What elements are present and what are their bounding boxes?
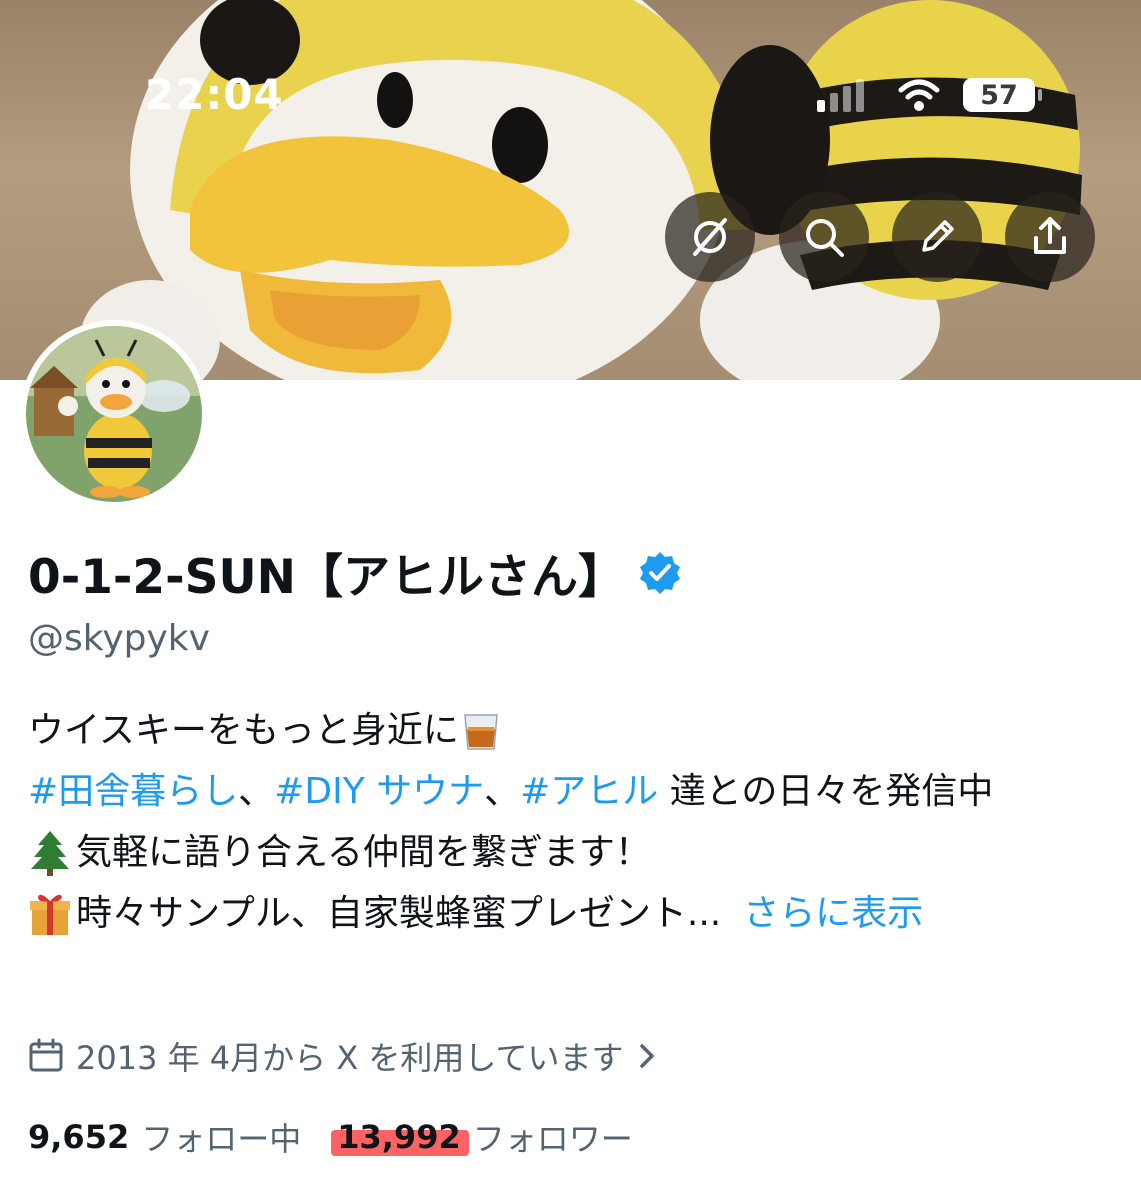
bio-line-2-suffix: 達との日々を発信中 xyxy=(658,771,994,812)
status-time: 22:04 xyxy=(145,70,284,119)
battery-indicator: 57 xyxy=(963,78,1035,112)
profile-banner[interactable]: 22:04 57 xyxy=(0,0,1141,380)
status-icons: 57 xyxy=(815,74,1045,114)
follow-stats: 9,652 フォロー中 13,992 フォロワー xyxy=(28,1114,633,1160)
tree-icon xyxy=(31,830,69,876)
profile-avatar[interactable] xyxy=(20,320,208,508)
edit-button[interactable] xyxy=(892,192,982,282)
bio-separator: 、 xyxy=(238,771,275,812)
following-count: 9,652 xyxy=(28,1118,130,1156)
bio-line-1-text: ウイスキーをもっと身近に xyxy=(28,710,459,751)
hashtag-link[interactable]: #田舎暮らし xyxy=(28,761,238,822)
show-more-link[interactable]: さらに表示 xyxy=(743,883,923,944)
banner-duck-illustration xyxy=(80,0,1082,380)
battery-nub xyxy=(1038,89,1042,101)
hashtag-link[interactable]: #アヒル xyxy=(520,761,658,822)
bio-line-4: 時々サンプル、自家製蜂蜜プレゼント... さらに表示 xyxy=(28,883,1118,944)
edit-icon xyxy=(922,220,954,252)
following-link[interactable]: 9,652 フォロー中 xyxy=(28,1114,301,1160)
hashtag-link[interactable]: #DIY サウナ xyxy=(274,761,484,822)
profile-name-row: 0-1-2-SUN【アヒルさん】 xyxy=(28,538,683,607)
whisky-glass-icon xyxy=(464,713,498,750)
share-icon xyxy=(1034,217,1066,254)
search-icon xyxy=(806,219,844,257)
wifi-icon xyxy=(898,79,940,111)
calendar-icon xyxy=(29,1038,63,1072)
followers-label: フォロワー xyxy=(472,1120,633,1158)
search-button[interactable] xyxy=(779,192,869,282)
share-button[interactable] xyxy=(1005,192,1095,282)
joined-date-text: 2013 年 4月から X を利用しています xyxy=(76,1039,624,1077)
followers-count: 13,992 xyxy=(331,1118,469,1156)
profile-bio: ウイスキーをもっと身近に #田舎暮らし 、 #DIY サウナ 、 #アヒル 達と… xyxy=(28,700,1118,944)
verified-badge-icon[interactable] xyxy=(637,550,683,596)
avatar-image xyxy=(26,326,202,502)
bio-line-4-text: 時々サンプル、自家製蜂蜜プレゼント... xyxy=(76,893,722,934)
bio-line-3: 気軽に語り合える仲間を繋ぎます！ xyxy=(28,822,1118,883)
chevron-right-icon xyxy=(640,1044,655,1068)
following-label: フォロー中 xyxy=(141,1120,302,1158)
gift-icon xyxy=(30,894,70,935)
grok-button[interactable] xyxy=(665,192,755,282)
profile-handle: @skypykv xyxy=(28,618,210,659)
grok-icon xyxy=(693,218,727,256)
bio-line-3-text: 気軽に語り合える仲間を繋ぎます！ xyxy=(76,832,651,873)
cellular-signal-icon xyxy=(817,79,864,112)
bio-separator: 、 xyxy=(484,771,521,812)
bio-line-2: #田舎暮らし 、 #DIY サウナ 、 #アヒル 達との日々を発信中 xyxy=(28,761,1118,822)
display-name: 0-1-2-SUN【アヒルさん】 xyxy=(28,550,625,605)
bio-line-1: ウイスキーをもっと身近に xyxy=(28,700,1118,761)
followers-count-text: 13,992 xyxy=(337,1118,461,1156)
followers-link[interactable]: 13,992 フォロワー xyxy=(331,1114,633,1160)
joined-date-row[interactable]: 2013 年 4月から X を利用しています xyxy=(28,1033,669,1079)
